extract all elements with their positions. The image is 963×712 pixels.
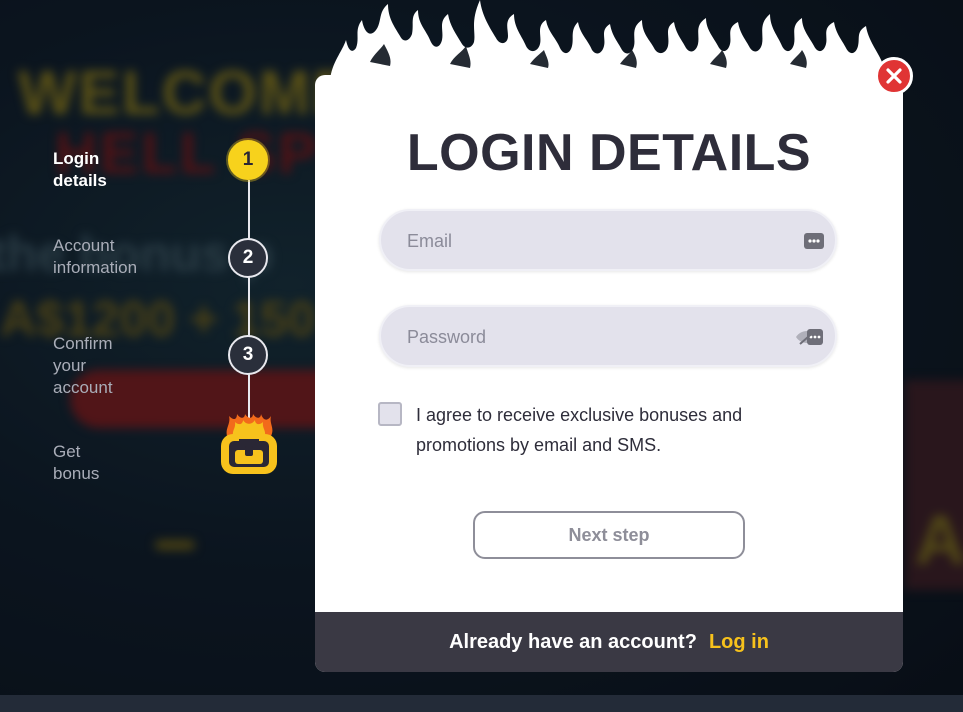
modal-title: LOGIN DETAILS xyxy=(406,124,812,182)
step-2-label: Account information xyxy=(53,235,137,279)
email-input[interactable] xyxy=(405,211,789,271)
bg-bottom-bar xyxy=(0,695,963,712)
password-dots-icon xyxy=(804,233,824,249)
step-4-label: Get bonus xyxy=(53,442,100,483)
step-2-label-line1: Account xyxy=(53,236,115,255)
step-3-label-line2: account xyxy=(53,378,113,397)
step-3-circle: 3 xyxy=(228,335,268,375)
consent-text: I agree to receive exclusive bonuses and… xyxy=(416,400,776,460)
next-step-button[interactable]: Next step xyxy=(473,511,745,559)
email-field[interactable] xyxy=(379,209,837,271)
flames-decoration xyxy=(330,0,890,80)
eye-hidden-icon[interactable] xyxy=(795,326,825,348)
consent-line-2: promotions by email and SMS. xyxy=(416,435,662,455)
step-2-label-line2: information xyxy=(53,258,138,277)
modal-footer: Already have an account? Log in xyxy=(315,612,903,672)
stepper-line xyxy=(248,180,250,430)
consent-checkbox[interactable] xyxy=(378,402,402,426)
step-3-label: Confirm your account xyxy=(53,333,113,399)
step-3-label-line1: Confirm your xyxy=(53,334,113,375)
close-icon xyxy=(886,68,902,84)
login-details-modal: LOGIN DETAILS I agree to receive exclusi… xyxy=(315,75,903,672)
step-1-label: Login details xyxy=(53,149,107,190)
password-input[interactable] xyxy=(405,307,789,367)
consent-line-1: I agree to receive exclusive bonuses and xyxy=(416,405,743,425)
step-1-circle: 1 xyxy=(228,140,268,180)
password-field[interactable] xyxy=(379,305,837,367)
login-link[interactable]: Log in xyxy=(709,631,769,654)
footer-text: Already have an account? xyxy=(449,630,697,653)
treasure-chest-icon xyxy=(221,414,277,474)
close-button[interactable] xyxy=(875,57,913,95)
step-2-circle: 2 xyxy=(228,238,268,278)
